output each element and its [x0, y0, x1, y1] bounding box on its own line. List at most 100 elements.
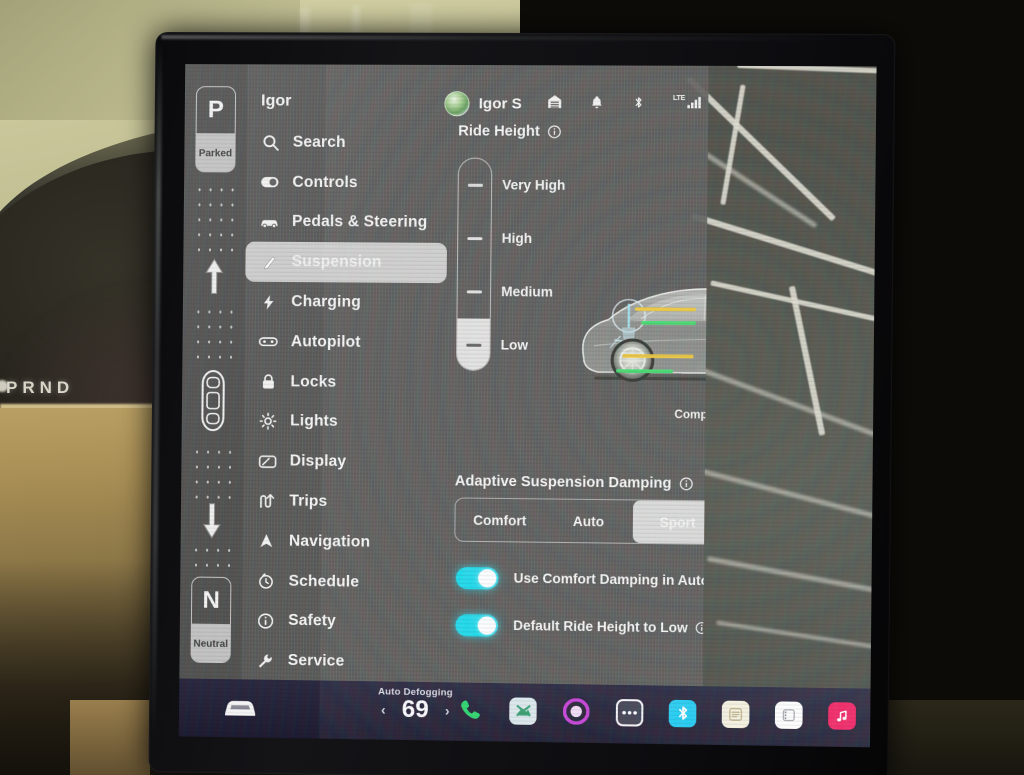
default-ride-height-low-switch[interactable]: [455, 613, 499, 637]
chevron-left-icon[interactable]: ‹: [381, 701, 386, 717]
sidebar-item-locks[interactable]: Locks: [244, 362, 446, 404]
lte-signal-icon[interactable]: LTE: [673, 95, 703, 109]
settings-sidebar[interactable]: Search Controls Pedals & Steering Suspen…: [241, 122, 448, 682]
ride-height-option-low[interactable]: [456, 318, 490, 372]
lcd-display: P Parked N Neutral Igor Igor S LTE Searc…: [178, 64, 877, 748]
comfort-damping-autopilot-switch[interactable]: [455, 566, 499, 590]
sidebar-item-pedals-steering[interactable]: Pedals & Steering: [246, 202, 448, 243]
sidebar-item-controls[interactable]: Controls: [246, 162, 448, 203]
ride-height-label-low: Low: [500, 337, 529, 353]
bluetooth-icon[interactable]: [631, 94, 646, 109]
sidebar-item-label: Navigation: [288, 532, 371, 551]
climate-temperature: 69: [401, 695, 429, 724]
wrench-icon: [256, 651, 275, 670]
map-road: [692, 364, 877, 441]
map-road: [720, 84, 746, 206]
bluetooth-icon[interactable]: [668, 699, 697, 727]
sidebar-item-display[interactable]: Display: [243, 441, 445, 483]
ride-height-option-very-high[interactable]: [458, 159, 491, 212]
suspension-content: Ride Height Very High High Medium Low Co…: [454, 123, 709, 637]
sidebar-item-service[interactable]: Service: [241, 641, 443, 683]
sidebar-item-suspension[interactable]: Suspension: [245, 242, 448, 284]
arrow-up-icon[interactable]: [202, 256, 226, 296]
autopilot-icon: [258, 332, 278, 351]
toggle-row-comfort-damping-autopilot[interactable]: Use Comfort Damping in Autopilot: [455, 554, 709, 606]
tick-mark: [465, 343, 481, 347]
media-icon[interactable]: [509, 696, 537, 725]
chevron-right-icon[interactable]: ›: [445, 702, 450, 718]
bell-icon[interactable]: [589, 94, 604, 109]
ride-height-option-medium[interactable]: [457, 265, 490, 319]
panel-header: Igor Igor S LTE: [247, 84, 709, 126]
sidebar-item-label: Service: [287, 652, 345, 671]
damping-header: Adaptive Suspension Damping: [455, 473, 709, 493]
sidebar-item-schedule[interactable]: Schedule: [242, 561, 444, 604]
sidebar-item-label: Display: [289, 452, 347, 471]
taskbar-apps: [456, 696, 857, 730]
dots-icon[interactable]: [615, 698, 644, 727]
switch-knob: [478, 568, 497, 587]
lock-icon: [258, 372, 277, 391]
camera-icon[interactable]: [562, 697, 591, 726]
show-suspension-data-link[interactable]: Show Suspension Data: [640, 425, 709, 439]
sidebar-item-label: Autopilot: [290, 333, 361, 351]
car-xray-side-view: [569, 273, 709, 399]
gear-neutral-chip[interactable]: N Neutral: [190, 576, 232, 664]
ride-height-label-medium: Medium: [501, 284, 553, 300]
sidebar-item-trips[interactable]: Trips: [243, 481, 445, 523]
damping-segmented-control[interactable]: Comfort Auto Sport Advanced: [454, 497, 709, 547]
sidebar-item-lights[interactable]: Lights: [244, 401, 446, 443]
garage-door-icon[interactable]: [547, 93, 563, 109]
ride-height-label-high: High: [501, 230, 533, 247]
gear-park-chip[interactable]: P Parked: [195, 86, 237, 173]
ride-height-label-very-high: Very High: [502, 177, 566, 193]
sidebar-item-label: Search: [292, 133, 346, 151]
map-road: [737, 64, 877, 75]
info-circle-icon: [256, 611, 275, 630]
notes-icon[interactable]: [721, 700, 750, 728]
calendar-icon[interactable]: [774, 700, 803, 729]
info-circle-icon[interactable]: [679, 477, 693, 491]
profile-button[interactable]: Igor S: [444, 91, 522, 117]
gear-neutral-word: Neutral: [191, 623, 230, 664]
music-icon[interactable]: [828, 701, 857, 730]
bolt-icon: [259, 292, 278, 311]
lte-label: LTE: [672, 94, 685, 103]
sidebar-item-label: Pedals & Steering: [291, 213, 428, 232]
search-icon: [261, 133, 280, 152]
map-road: [690, 212, 877, 282]
map-road: [685, 75, 836, 222]
sun-icon: [258, 412, 277, 431]
phone-icon[interactable]: [456, 696, 485, 725]
damping-option-auto[interactable]: Auto: [544, 499, 633, 542]
legend-compression-label: Compression: [674, 409, 709, 422]
gear-park-word: Parked: [196, 133, 235, 173]
damping-option-comfort[interactable]: Comfort: [455, 498, 544, 541]
ride-height-control[interactable]: Very High High Medium Low: [455, 157, 565, 372]
sidebar-item-search[interactable]: Search: [246, 122, 448, 163]
shock-icon: [259, 253, 278, 272]
tick-mark: [466, 237, 482, 240]
sidebar-item-label: Locks: [290, 372, 337, 391]
rail-dots: [192, 304, 236, 367]
arrow-down-icon[interactable]: [200, 501, 224, 541]
damping-title: Adaptive Suspension Damping: [454, 473, 672, 492]
tick-mark: [466, 290, 482, 294]
map-road: [706, 556, 877, 594]
sidebar-item-autopilot[interactable]: Autopilot: [245, 322, 447, 364]
sidebar-item-safety[interactable]: Safety: [242, 601, 444, 644]
toggle-label: Default Ride Height to Low: [513, 618, 709, 636]
ride-height-option-high[interactable]: [458, 212, 491, 266]
toggle-label-text: Use Comfort Damping in Autopilot: [513, 570, 709, 589]
gear-neutral-letter: N: [202, 586, 220, 614]
damping-option-sport[interactable]: Sport: [632, 500, 709, 544]
car-front-icon[interactable]: [223, 693, 257, 720]
toggle-label-text: Default Ride Height to Low: [513, 617, 688, 636]
info-circle-icon[interactable]: [547, 125, 561, 139]
sidebar-item-navigation[interactable]: Navigation: [243, 521, 445, 563]
ride-height-slider[interactable]: [455, 157, 493, 372]
status-icons: LTE: [547, 93, 703, 110]
sidebar-item-charging[interactable]: Charging: [245, 282, 447, 323]
gear-selector-rail[interactable]: P Parked N Neutral: [179, 64, 248, 680]
toggle-row-default-ride-height-low[interactable]: Default Ride Height to Low: [455, 601, 708, 653]
